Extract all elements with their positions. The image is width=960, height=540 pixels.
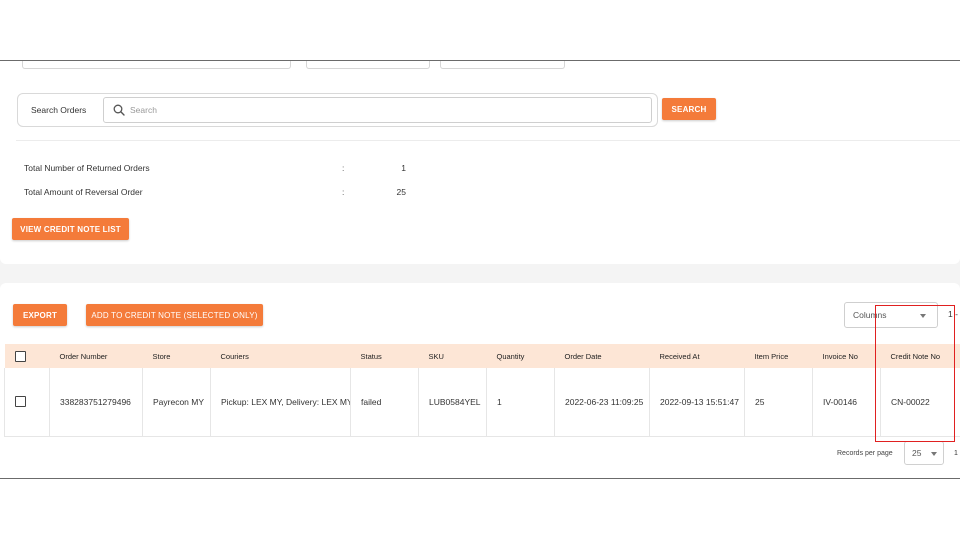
cell-item-price: 25 xyxy=(744,368,813,437)
column-header-sku[interactable]: SKU xyxy=(418,344,487,368)
cell-status: failed xyxy=(350,368,419,437)
credit-note-highlight-box xyxy=(875,305,955,442)
orders-panel: EXPORT ADD TO CREDIT NOTE (SELECTED ONLY… xyxy=(0,283,960,478)
column-header-order-date[interactable]: Order Date xyxy=(554,344,650,368)
search-button[interactable]: SEARCH xyxy=(662,98,716,120)
screen: Search Orders SEARCH Total Number of Ret… xyxy=(0,0,960,540)
reversal-amount-colon: : xyxy=(342,187,345,197)
table-row[interactable]: 338283751279496 Payrecon MY Pickup: LEX … xyxy=(4,368,960,437)
add-to-credit-note-button[interactable]: ADD TO CREDIT NOTE (SELECTED ONLY) xyxy=(86,304,263,326)
column-header-order-number[interactable]: Order Number xyxy=(49,344,143,368)
filter-input-2[interactable] xyxy=(306,61,430,69)
orders-table: Order Number Store Couriers Status SKU Q… xyxy=(4,344,960,437)
chevron-down-icon xyxy=(931,452,937,456)
records-per-page-value: 25 xyxy=(912,448,922,458)
cell-store: Payrecon MY xyxy=(142,368,211,437)
records-per-page-label: Records per page xyxy=(837,450,893,457)
returned-orders-colon: : xyxy=(342,163,345,173)
reversal-amount-label: Total Amount of Reversal Order xyxy=(24,187,143,197)
bottom-border xyxy=(0,478,960,479)
returned-orders-label: Total Number of Returned Orders xyxy=(24,163,150,173)
cell-couriers: Pickup: LEX MY, Delivery: LEX MY xyxy=(210,368,351,437)
search-orders-box: Search Orders xyxy=(17,93,658,127)
select-all-cell xyxy=(4,344,50,368)
search-field[interactable] xyxy=(103,97,652,123)
column-header-store[interactable]: Store xyxy=(142,344,211,368)
filter-input-3[interactable] xyxy=(440,61,565,69)
column-header-item-price[interactable]: Item Price xyxy=(744,344,813,368)
column-header-received-at[interactable]: Received At xyxy=(649,344,745,368)
row-checkbox[interactable] xyxy=(15,396,26,408)
column-header-quantity[interactable]: Quantity xyxy=(486,344,555,368)
view-credit-note-list-button[interactable]: VIEW CREDIT NOTE LIST xyxy=(12,218,129,240)
search-orders-label: Search Orders xyxy=(31,105,87,115)
export-button[interactable]: EXPORT xyxy=(13,304,67,326)
page-content: Search Orders SEARCH Total Number of Ret… xyxy=(0,61,960,478)
cell-order-number: 338283751279496 xyxy=(49,368,143,437)
column-header-status[interactable]: Status xyxy=(350,344,419,368)
cell-order-date: 2022-06-23 11:09:25 xyxy=(554,368,650,437)
table-header-row: Order Number Store Couriers Status SKU Q… xyxy=(4,344,960,368)
cell-invoice-no: IV-00146 xyxy=(812,368,881,437)
returned-orders-value: 1 xyxy=(401,163,406,173)
reversal-amount-value: 25 xyxy=(396,187,406,197)
search-input[interactable] xyxy=(130,102,630,118)
cell-received-at: 2022-09-13 15:51:47 xyxy=(649,368,745,437)
row-select-cell xyxy=(4,368,50,437)
divider xyxy=(16,140,960,141)
page-indicator: 1 xyxy=(954,450,958,457)
records-per-page-select[interactable]: 25 xyxy=(904,441,944,465)
column-header-invoice-no[interactable]: Invoice No xyxy=(812,344,881,368)
search-icon xyxy=(113,104,125,116)
cell-quantity: 1 xyxy=(486,368,555,437)
cell-sku: LUB0584YEL xyxy=(418,368,487,437)
column-header-couriers[interactable]: Couriers xyxy=(210,344,351,368)
filter-input-1[interactable] xyxy=(22,61,291,69)
filter-panel: Search Orders SEARCH Total Number of Ret… xyxy=(0,61,960,264)
select-all-checkbox[interactable] xyxy=(14,350,26,362)
